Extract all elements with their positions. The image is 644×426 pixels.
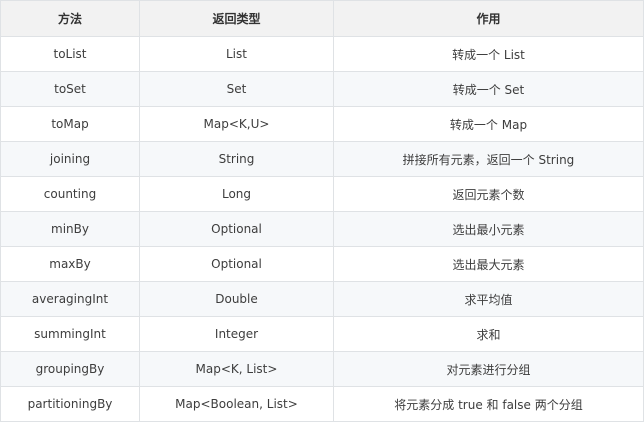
table-body: toList List 转成一个 List toSet Set 转成一个 Set… bbox=[0, 36, 644, 422]
cell-purpose: 对元素进行分组 bbox=[333, 351, 644, 387]
cell-return-type: Optional bbox=[139, 246, 334, 282]
table-row: minBy Optional 选出最小元素 bbox=[0, 211, 644, 247]
table-row: summingInt Integer 求和 bbox=[0, 316, 644, 352]
cell-purpose: 求平均值 bbox=[333, 281, 644, 317]
table-header: 方法 返回类型 作用 bbox=[0, 0, 644, 37]
table-row: toMap Map<K,U> 转成一个 Map bbox=[0, 106, 644, 142]
cell-method: counting bbox=[0, 176, 140, 212]
header-method: 方法 bbox=[0, 0, 140, 37]
cell-return-type: Map<Boolean, List> bbox=[139, 386, 334, 422]
cell-purpose: 求和 bbox=[333, 316, 644, 352]
cell-method: summingInt bbox=[0, 316, 140, 352]
header-row: 方法 返回类型 作用 bbox=[0, 0, 644, 37]
cell-purpose: 返回元素个数 bbox=[333, 176, 644, 212]
cell-purpose: 将元素分成 true 和 false 两个分组 bbox=[333, 386, 644, 422]
header-return-type: 返回类型 bbox=[139, 0, 334, 37]
cell-method: averagingInt bbox=[0, 281, 140, 317]
cell-purpose: 选出最小元素 bbox=[333, 211, 644, 247]
collectors-table-container: 方法 返回类型 作用 toList List 转成一个 List toSet S… bbox=[0, 0, 644, 425]
cell-method: partitioningBy bbox=[0, 386, 140, 422]
cell-return-type: Map<K,U> bbox=[139, 106, 334, 142]
table-row: maxBy Optional 选出最大元素 bbox=[0, 246, 644, 282]
cell-method: toSet bbox=[0, 71, 140, 107]
cell-method: maxBy bbox=[0, 246, 140, 282]
cell-method: toMap bbox=[0, 106, 140, 142]
cell-return-type: Double bbox=[139, 281, 334, 317]
cell-purpose: 转成一个 List bbox=[333, 36, 644, 72]
cell-method: groupingBy bbox=[0, 351, 140, 387]
cell-return-type: List bbox=[139, 36, 334, 72]
header-purpose: 作用 bbox=[333, 0, 644, 37]
table-row: averagingInt Double 求平均值 bbox=[0, 281, 644, 317]
cell-return-type: Integer bbox=[139, 316, 334, 352]
cell-purpose: 转成一个 Map bbox=[333, 106, 644, 142]
cell-return-type: Set bbox=[139, 71, 334, 107]
table-row: counting Long 返回元素个数 bbox=[0, 176, 644, 212]
cell-method: minBy bbox=[0, 211, 140, 247]
collectors-table: 方法 返回类型 作用 toList List 转成一个 List toSet S… bbox=[0, 0, 644, 422]
table-row: toSet Set 转成一个 Set bbox=[0, 71, 644, 107]
cell-purpose: 转成一个 Set bbox=[333, 71, 644, 107]
cell-purpose: 拼接所有元素，返回一个 String bbox=[333, 141, 644, 177]
cell-method: joining bbox=[0, 141, 140, 177]
cell-purpose: 选出最大元素 bbox=[333, 246, 644, 282]
table-row: partitioningBy Map<Boolean, List> 将元素分成 … bbox=[0, 386, 644, 422]
table-row: joining String 拼接所有元素，返回一个 String bbox=[0, 141, 644, 177]
table-row: groupingBy Map<K, List> 对元素进行分组 bbox=[0, 351, 644, 387]
cell-return-type: Map<K, List> bbox=[139, 351, 334, 387]
cell-return-type: String bbox=[139, 141, 334, 177]
table-row: toList List 转成一个 List bbox=[0, 36, 644, 72]
cell-return-type: Optional bbox=[139, 211, 334, 247]
cell-method: toList bbox=[0, 36, 140, 72]
cell-return-type: Long bbox=[139, 176, 334, 212]
